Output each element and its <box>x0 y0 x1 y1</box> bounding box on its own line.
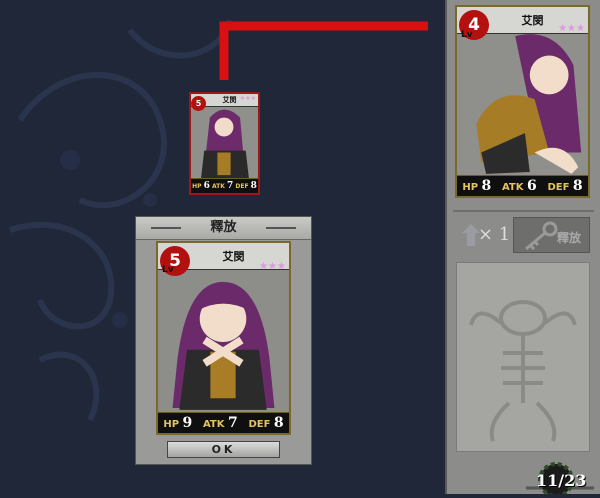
tutorial-pointer-arrow <box>219 21 428 80</box>
selected-card-thumbnail[interactable]: 5 艾閔 ★★★ HP 6 ATK 7 DEF 8 <box>189 92 260 195</box>
title-ornament-right <box>266 227 296 229</box>
card-rarity-stars: ★★★ <box>259 261 286 272</box>
hp-label: HP <box>192 183 202 190</box>
def-value: 8 <box>250 181 257 191</box>
frog-emblem-icon <box>469 300 577 442</box>
hp-value: 6 <box>203 181 210 191</box>
atk-value: 6 <box>527 178 537 194</box>
release-item-count: × 1 <box>478 224 511 245</box>
card-stats: HP 9 ATK 7 DEF 8 <box>158 412 289 433</box>
release-dialog-title-text: 釋放 <box>210 220 237 235</box>
card-rarity-stars: ★★★ <box>239 95 256 102</box>
release-dialog-title: 釋放 <box>136 217 311 240</box>
card-stats: HP 6 ATK 7 DEF 8 <box>191 178 258 193</box>
card-stats: HP 8 ATK 6 DEF 8 <box>457 175 588 196</box>
page-counter-text: 11/23 <box>536 471 587 490</box>
hp-value: 9 <box>182 415 193 431</box>
page-counter: 11/23 <box>520 456 600 498</box>
empty-card-slot <box>456 262 590 452</box>
card-level-label: Lv <box>162 265 174 275</box>
atk-label: ATK <box>202 419 225 430</box>
release-button[interactable]: 釋放 <box>513 217 590 253</box>
release-button-label: 釋放 <box>556 231 581 245</box>
hp-value: 8 <box>481 178 492 194</box>
atk-label: ATK <box>501 182 524 193</box>
atk-value: 7 <box>226 181 234 191</box>
ok-button[interactable]: OK <box>167 441 280 458</box>
side-panel-divider <box>453 210 594 212</box>
release-card-preview: 5 Lv 艾閔 ★★★ HP 9 ATK 7 DEF 8 <box>156 241 291 435</box>
def-label: DEF <box>248 419 271 430</box>
def-value: 8 <box>572 178 583 194</box>
card-rarity-stars: ★★★ <box>558 23 585 34</box>
title-ornament-left <box>151 227 181 229</box>
atk-label: ATK <box>211 183 225 190</box>
hp-label: HP <box>163 419 180 430</box>
card-level-badge: 5 <box>191 96 206 111</box>
key-icon <box>525 221 558 251</box>
def-label: DEF <box>547 182 570 193</box>
atk-value: 7 <box>228 415 238 431</box>
current-card[interactable]: 4 Lv 艾閔 ★★★ HP 8 ATK 6 DEF 8 <box>455 5 590 198</box>
def-label: DEF <box>235 183 249 190</box>
def-value: 8 <box>273 415 284 431</box>
card-level-label: Lv <box>461 30 473 40</box>
hp-label: HP <box>462 182 479 193</box>
